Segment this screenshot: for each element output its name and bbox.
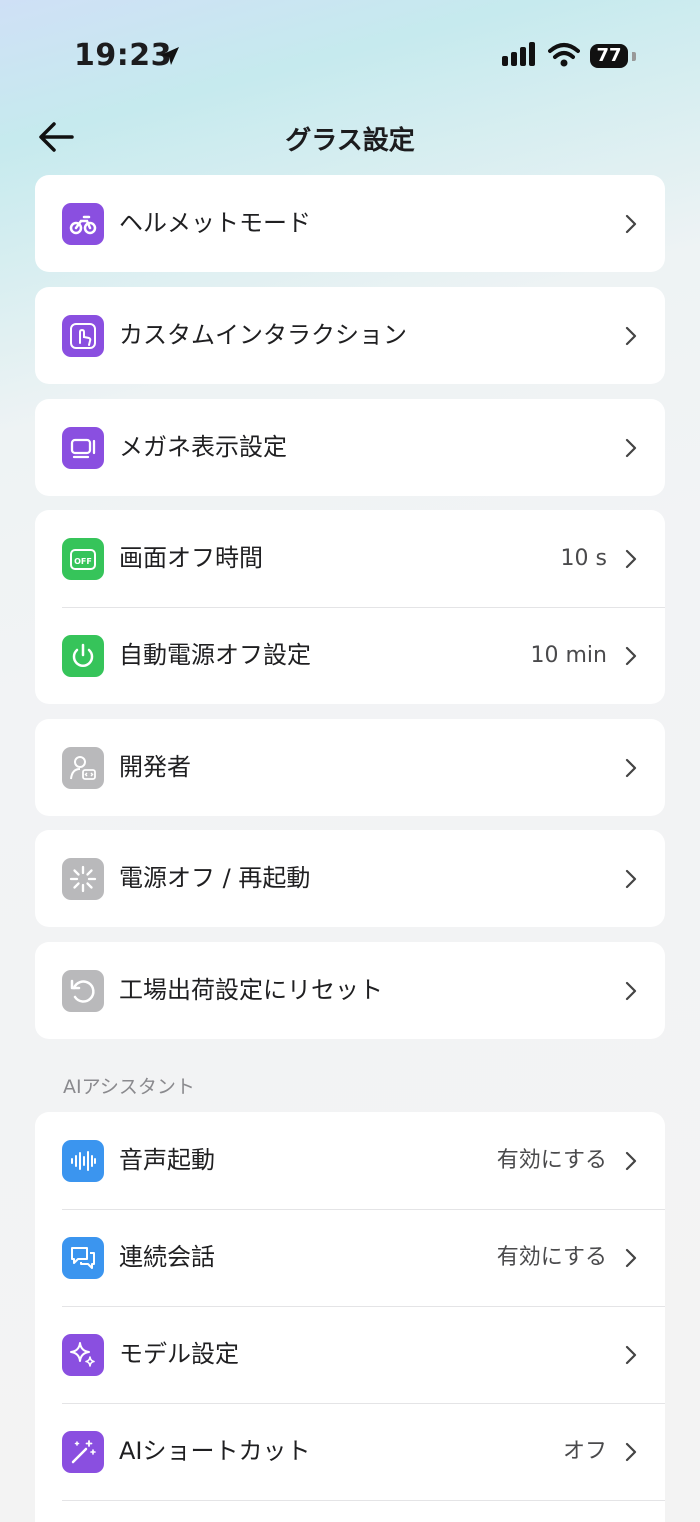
screen-off-time-label: 画面オフ時間 (119, 544, 263, 572)
chevron-right-icon (625, 1345, 637, 1365)
chevron-right-icon (625, 214, 637, 234)
voice-wake-value: 有効にする (496, 1148, 607, 1173)
settings-card-power-timers: OFF 画面オフ時間 10 s 自動電源オフ設定 10 min (35, 510, 665, 704)
display-settings-icon (62, 427, 104, 469)
chevron-right-icon (625, 549, 637, 569)
voice-wake-row[interactable]: 音声起動 有効にする (35, 1112, 665, 1209)
power-icon (62, 635, 104, 677)
continuous-chat-value: 有効にする (496, 1245, 607, 1270)
factory-reset-row[interactable]: 工場出荷設定にリセット (35, 942, 665, 1039)
sparkles-icon (62, 1334, 104, 1376)
custom-interaction-row[interactable]: カスタムインタラクション (35, 287, 665, 384)
continuous-chat-label: 連続会話 (119, 1243, 215, 1271)
magic-wand-icon (62, 1431, 104, 1473)
glasses-display-row[interactable]: メガネ表示設定 (35, 399, 665, 496)
power-restart-label: 電源オフ / 再起動 (119, 864, 311, 892)
developer-label: 開発者 (119, 753, 191, 781)
auto-power-off-label: 自動電源オフ設定 (119, 641, 311, 669)
next-item-row[interactable] (35, 1500, 665, 1522)
settings-card-developer: 開発者 (35, 719, 665, 816)
chevron-right-icon (625, 646, 637, 666)
voice-wake-label: 音声起動 (119, 1146, 215, 1174)
loading-spinner-icon (62, 858, 104, 900)
nav-header: グラス設定 (0, 108, 700, 168)
chevron-right-icon (625, 1442, 637, 1462)
settings-card-display: メガネ表示設定 (35, 399, 665, 496)
ai-shortcut-row[interactable]: AIショートカット オフ (35, 1403, 665, 1500)
reset-icon (62, 970, 104, 1012)
svg-text:OFF: OFF (74, 557, 92, 566)
screen-off-icon: OFF (62, 538, 104, 580)
screen-off-time-value: 10 s (560, 546, 607, 571)
chevron-right-icon (625, 758, 637, 778)
factory-reset-label: 工場出荷設定にリセット (119, 976, 383, 1004)
voice-waveform-icon (62, 1140, 104, 1182)
screen-off-time-row[interactable]: OFF 画面オフ時間 10 s (35, 510, 665, 607)
settings-card-custom: カスタムインタラクション (35, 287, 665, 384)
settings-card-helmet: ヘルメットモード (35, 175, 665, 272)
custom-interaction-label: カスタムインタラクション (119, 321, 407, 349)
auto-power-off-value: 10 min (530, 643, 607, 668)
helmet-mode-row[interactable]: ヘルメットモード (35, 175, 665, 272)
touch-gesture-icon (62, 315, 104, 357)
chat-bubbles-icon (62, 1237, 104, 1279)
motorcycle-icon (62, 203, 104, 245)
cellular-signal-icon (502, 42, 535, 66)
ai-section-title: AIアシスタント (63, 1076, 195, 1098)
location-arrow-icon (161, 47, 179, 65)
glasses-display-label: メガネ表示設定 (119, 433, 287, 461)
model-settings-row[interactable]: モデル設定 (35, 1306, 665, 1403)
settings-card-ai: 音声起動 有効にする 連続会話 有効にする モデル設定 AIショートカット オフ (35, 1112, 665, 1522)
power-restart-row[interactable]: 電源オフ / 再起動 (35, 830, 665, 927)
battery-tip (632, 52, 636, 61)
developer-icon (62, 747, 104, 789)
wifi-icon (548, 43, 580, 67)
chevron-right-icon (625, 326, 637, 346)
battery-indicator: 77 (590, 44, 628, 68)
settings-card-reset: 工場出荷設定にリセット (35, 942, 665, 1039)
status-bar: 19:23 77 (0, 0, 700, 110)
chevron-right-icon (625, 869, 637, 889)
model-settings-label: モデル設定 (119, 1340, 239, 1368)
helmet-mode-label: ヘルメットモード (119, 209, 311, 237)
chevron-right-icon (625, 981, 637, 1001)
developer-row[interactable]: 開発者 (35, 719, 665, 816)
ai-shortcut-value: オフ (562, 1439, 607, 1464)
auto-power-off-row[interactable]: 自動電源オフ設定 10 min (35, 607, 665, 704)
continuous-chat-row[interactable]: 連続会話 有効にする (35, 1209, 665, 1306)
chevron-right-icon (625, 438, 637, 458)
chevron-right-icon (625, 1151, 637, 1171)
settings-card-power: 電源オフ / 再起動 (35, 830, 665, 927)
chevron-right-icon (625, 1248, 637, 1268)
page-title: グラス設定 (285, 126, 415, 156)
ai-shortcut-label: AIショートカット (119, 1437, 311, 1465)
